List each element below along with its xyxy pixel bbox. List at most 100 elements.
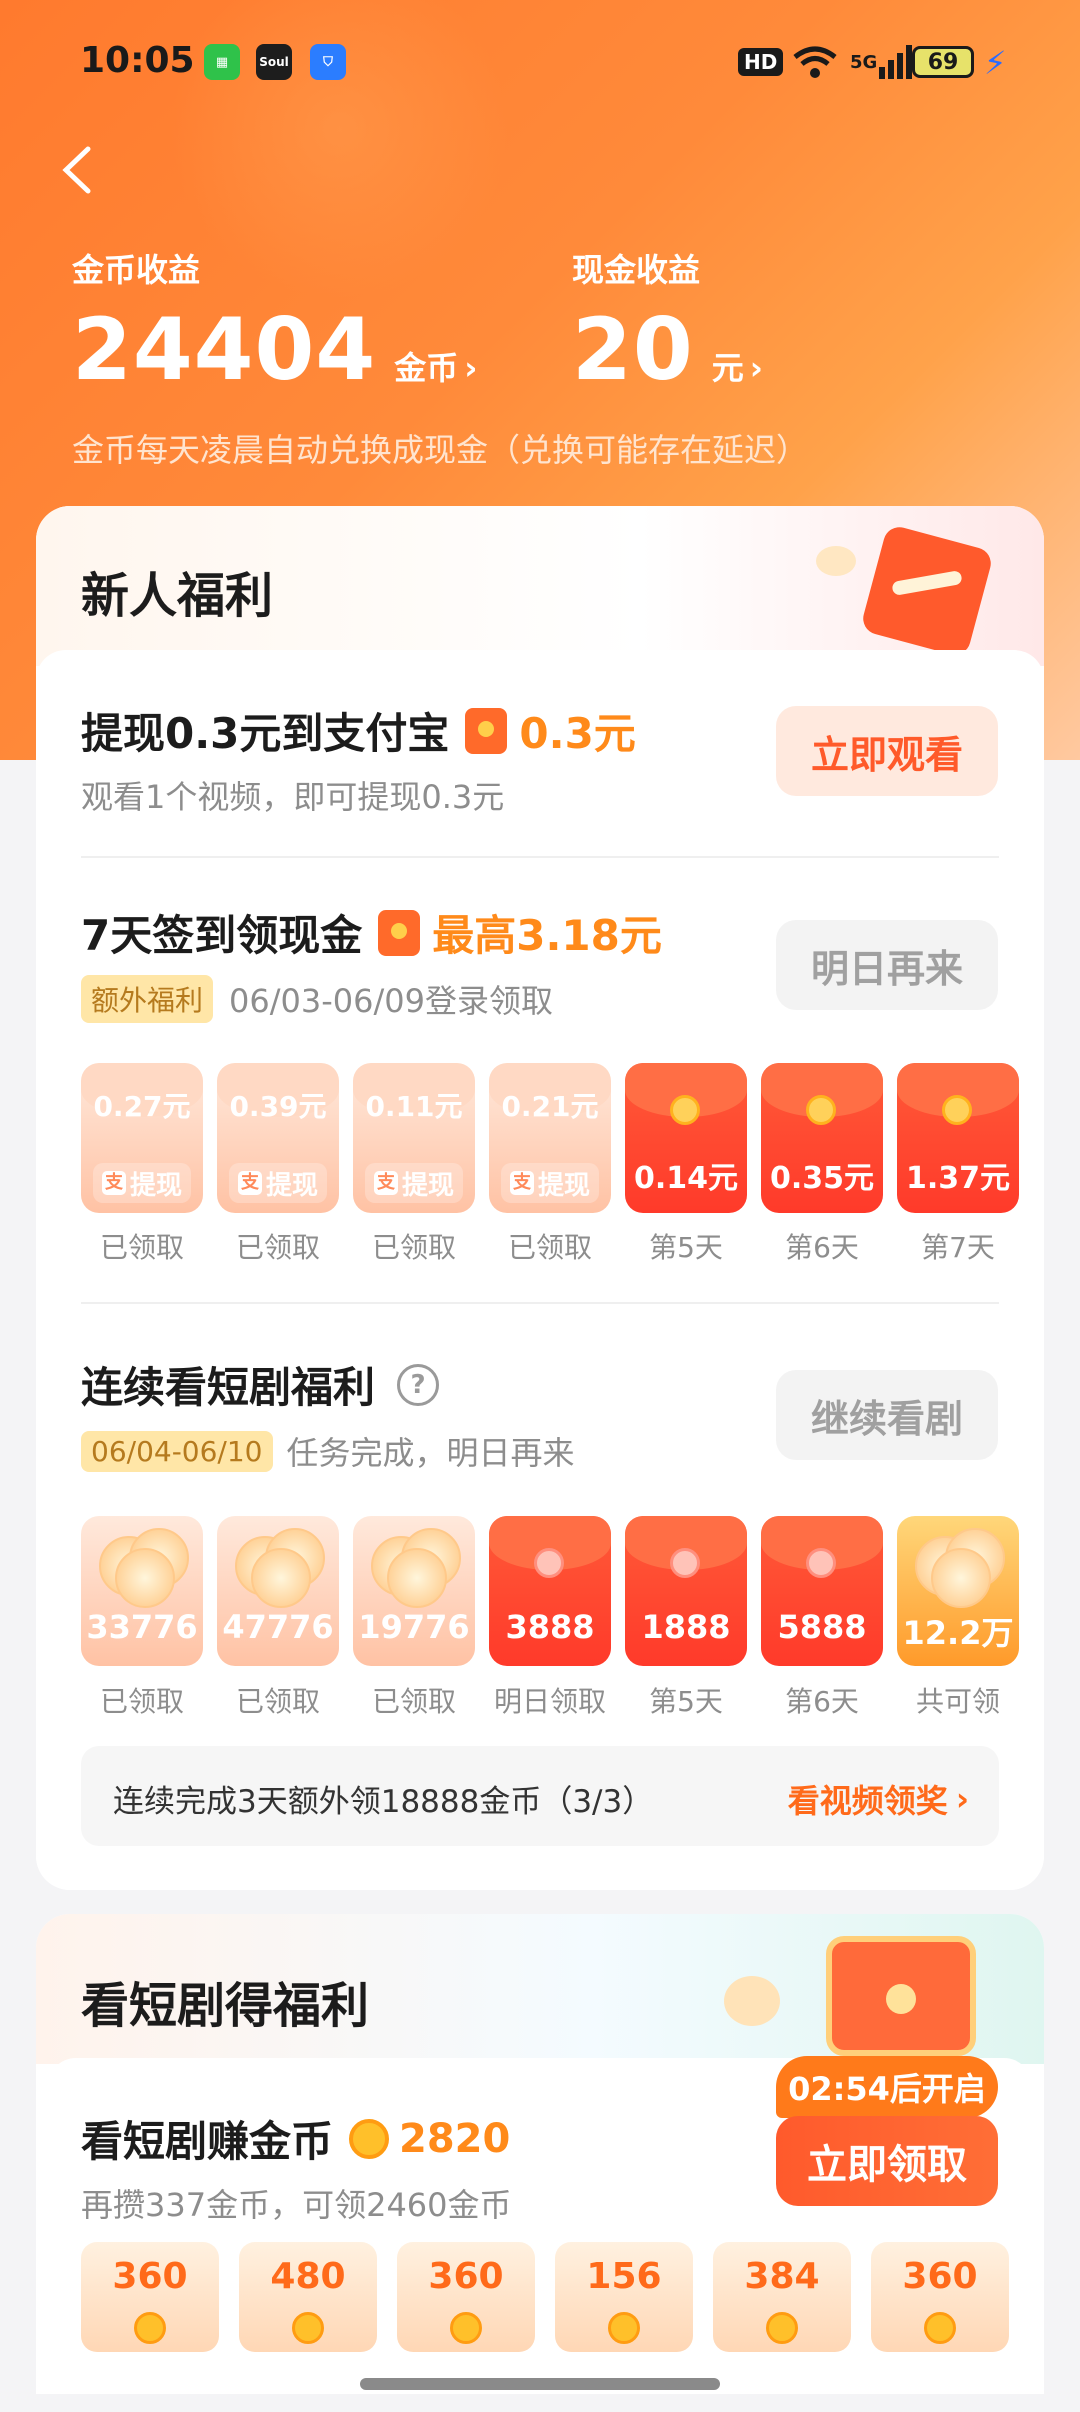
exchange-note: 金币每天凌晨自动兑换成现金（兑换可能存在延迟） [72, 431, 809, 469]
coin-reward-tile[interactable]: 480 [239, 2242, 377, 2352]
checkin-day-label: 第5天 [649, 1231, 723, 1264]
divider [81, 1302, 999, 1304]
status-bar: 10:05 ▦ Soul ⛉ HD 5G 69 ⚡ [0, 0, 1080, 120]
coin-reward-value: 384 [744, 2256, 820, 2297]
alipay-icon: 支 [509, 1171, 534, 1195]
help-icon[interactable]: ? [397, 1363, 440, 1406]
checkin-day-tile[interactable]: 0.14元 [625, 1063, 747, 1213]
chevron-right-icon: › [955, 1780, 969, 1818]
come-tomorrow-button[interactable]: 明日再来 [776, 920, 998, 1010]
withdraw-title: 提现0.3元到支付宝 [81, 709, 450, 758]
withdraw-row: 提现0.3元到支付宝 0.3元 [81, 700, 636, 761]
checkin-day-label: 已领取 [235, 1231, 320, 1264]
alipay-icon: 支 [237, 1171, 262, 1195]
coin-reward-tile[interactable]: 360 [397, 2242, 535, 2352]
drama-day-tile[interactable]: 5888 [761, 1516, 883, 1666]
drama-day-tile[interactable]: 47776 [217, 1516, 339, 1666]
checkin-day-amount: 0.39元 [229, 1090, 327, 1123]
alipay-icon: 支 [101, 1171, 126, 1195]
red-envelope-icon [378, 909, 421, 956]
checkin-day-amount: 1.37元 [905, 1161, 1011, 1196]
checkin-info: 额外福利 06/03-06/09登录领取 [81, 975, 553, 1023]
bonus-info-bar[interactable]: 连续完成3天额外领18888金币（3/3） 看视频领奖 › [81, 1746, 999, 1846]
coin-reward-tile[interactable]: 156 [555, 2242, 693, 2352]
coin-unit: 金币 [394, 349, 459, 387]
drama-day-tile[interactable]: 12.2万 [897, 1516, 1019, 1666]
drama-day-amount: 5888 [777, 1608, 867, 1646]
bonus-info-text: 连续完成3天额外领18888金币（3/3） [113, 1784, 654, 1820]
battery-icon: 69 [912, 46, 974, 78]
coin-icon [670, 1095, 700, 1125]
coin-earnings[interactable]: 24404 金币 › [72, 300, 477, 400]
checkin-day-label: 已领取 [507, 1231, 592, 1264]
coin-icon [251, 1548, 311, 1608]
drama-day-amount: 1888 [641, 1608, 731, 1646]
gold-coin-icon [608, 2312, 640, 2344]
coin-icon [806, 1095, 836, 1125]
coin-reward-tile[interactable]: 360 [81, 2242, 219, 2352]
drama-day-amount: 33776 [86, 1608, 198, 1646]
checkin-day-tile[interactable]: 支提现 0.11元 [353, 1063, 475, 1213]
drama-day-tile[interactable]: 33776 [81, 1516, 203, 1666]
coin-stack-icon [367, 1522, 461, 1608]
withdraw-tag: 支提现 [365, 1163, 463, 1203]
coin-icon [534, 1548, 564, 1578]
coin-icon [806, 1548, 836, 1578]
watch-now-button[interactable]: 立即观看 [776, 706, 998, 796]
claim-now-button[interactable]: 立即领取 [776, 2116, 998, 2206]
checkin-day-label: 已领取 [371, 1231, 456, 1264]
drama-day-amount: 12.2万 [902, 1614, 1014, 1652]
drama-day-tile[interactable]: 3888 [489, 1516, 611, 1666]
cash-unit: 元 [711, 349, 744, 387]
drama-streak-title: 连续看短剧福利 [81, 1363, 376, 1412]
drama-day-amount: 3888 [505, 1608, 595, 1646]
drama-day-label: 明日领取 [493, 1685, 606, 1718]
coin-reward-tile[interactable]: 384 [713, 2242, 851, 2352]
coin-icon [115, 1548, 175, 1608]
coin-reward-tile[interactable]: 360 [871, 2242, 1009, 2352]
home-indicator[interactable] [360, 2378, 720, 2390]
drama-day-label: 已领取 [371, 1685, 456, 1718]
alipay-icon: 支 [373, 1171, 398, 1195]
wifi-icon [792, 42, 838, 82]
drama-coins-subtitle: 再攒337金币，可领2460金币 [81, 2186, 512, 2224]
drama-day-amount: 19776 [358, 1608, 470, 1646]
gold-coin-icon [292, 2312, 324, 2344]
checkin-day-tile[interactable]: 1.37元 [897, 1063, 1019, 1213]
checkin-day-label: 第6天 [785, 1231, 859, 1264]
withdraw-amount: 0.3元 [519, 709, 636, 758]
red-envelope-icon [465, 707, 508, 754]
drama-day-label: 已领取 [99, 1685, 184, 1718]
checkin-day-tile[interactable]: 0.35元 [761, 1063, 883, 1213]
coin-reward-value: 360 [902, 2256, 978, 2297]
gold-coin-icon [924, 2312, 956, 2344]
withdraw-tag-label: 提现 [537, 1170, 590, 1201]
checkin-date-range: 06/03-06/09登录领取 [229, 982, 554, 1020]
extra-bonus-tag: 额外福利 [81, 975, 214, 1023]
chevron-left-icon [62, 146, 91, 194]
checkin-day-tile[interactable]: 支提现 0.21元 [489, 1063, 611, 1213]
red-envelope-decoration [816, 523, 1002, 659]
app-notification-icon: ▦ [204, 44, 240, 80]
drama-earn-title: 看短剧得福利 [81, 1978, 370, 2034]
gold-coin-icon [450, 2312, 482, 2344]
coin-reward-value: 156 [586, 2256, 662, 2297]
cash-earnings[interactable]: 20 元 › [572, 300, 763, 400]
signal-icon: 5G [850, 42, 913, 82]
back-button[interactable] [58, 145, 98, 195]
card-title: 新人福利 [81, 568, 274, 624]
watch-video-reward-link[interactable]: 看视频领奖 › [788, 1776, 969, 1822]
drama-day-tile[interactable]: 1888 [625, 1516, 747, 1666]
coin-reward-value: 360 [428, 2256, 504, 2297]
withdraw-tag-label: 提现 [265, 1170, 318, 1201]
drama-day-tile[interactable]: 19776 [353, 1516, 475, 1666]
checkin-day-tile[interactable]: 支提现 0.39元 [217, 1063, 339, 1213]
status-time: 10:05 [80, 40, 195, 81]
coin-icon [670, 1548, 700, 1578]
continue-watching-button[interactable]: 继续看剧 [776, 1370, 998, 1460]
drama-coins-title: 看短剧赚金币 [81, 2117, 334, 2166]
gold-coin-icon [349, 2118, 390, 2159]
drama-day-label: 共可领 [915, 1685, 1000, 1718]
checkin-day-tile[interactable]: 支提现 0.27元 [81, 1063, 203, 1213]
checkin-title: 7天签到领现金 [81, 911, 363, 960]
